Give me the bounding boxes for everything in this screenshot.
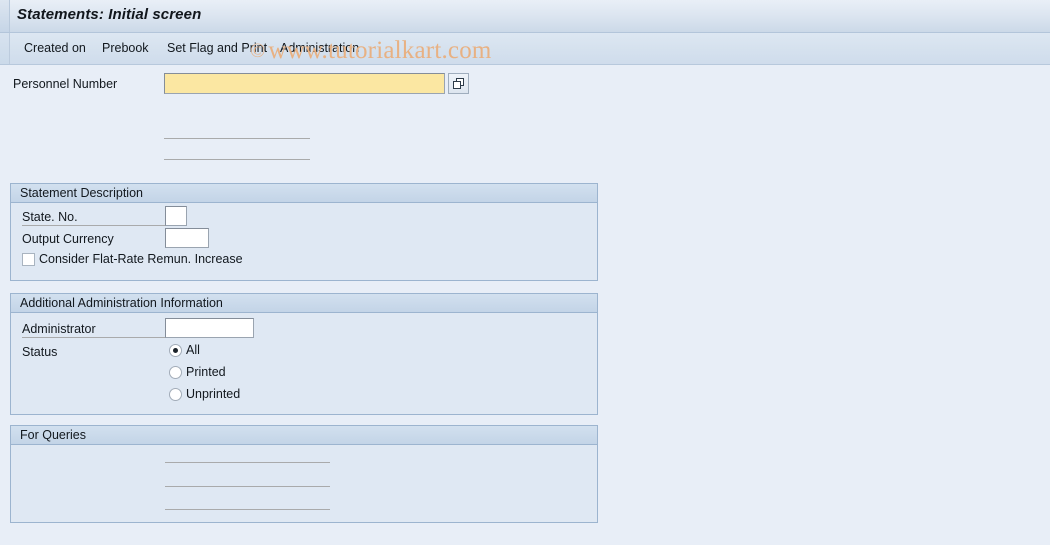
radio-icon[interactable] [169, 343, 182, 357]
personnel-number-row: Personnel Number [0, 72, 1050, 100]
empty-field-rule [164, 159, 310, 160]
group-title: For Queries [20, 428, 86, 442]
menu-bar-left-edge [0, 33, 10, 64]
output-currency-label: Output Currency [22, 232, 114, 246]
group-additional-administration-information: Additional Administration Information Ad… [10, 293, 598, 415]
status-option-label: Unprinted [186, 387, 241, 401]
group-body-for-queries [11, 445, 597, 522]
menu-item-administration[interactable]: Administration [277, 40, 362, 57]
status-radio-all[interactable]: All [169, 343, 200, 357]
radio-icon[interactable] [169, 365, 182, 379]
sap-application-window: Statements: Initial screen Created on Pr… [0, 0, 1050, 545]
group-title: Statement Description [20, 186, 143, 200]
state-no-label: State. No. [22, 210, 78, 224]
title-bar-left-edge [0, 0, 10, 32]
consider-flat-rate-checkbox-row[interactable]: Consider Flat-Rate Remun. Increase [22, 252, 243, 266]
status-option-label: All [186, 343, 200, 357]
function-menu-bar: Created on Prebook Set Flag and Print Ad… [0, 33, 1050, 65]
empty-field-rule [164, 138, 310, 139]
menu-item-prebook[interactable]: Prebook [99, 40, 152, 57]
personnel-number-input[interactable] [164, 73, 445, 94]
administrator-input[interactable] [165, 318, 254, 338]
state-no-field-rule [22, 225, 165, 226]
empty-field-rule [165, 509, 330, 510]
personnel-number-label: Personnel Number [13, 77, 118, 91]
administrator-field-rule [22, 337, 165, 338]
group-body-statement-description: State. No. Output Currency Consider Flat… [11, 203, 597, 280]
menu-item-created-on[interactable]: Created on [21, 40, 89, 57]
group-header-statement-description: Statement Description [11, 184, 597, 203]
empty-field-rule [165, 486, 330, 487]
group-statement-description: Statement Description State. No. Output … [10, 183, 598, 281]
group-header-additional-administration: Additional Administration Information [11, 294, 597, 313]
group-header-for-queries: For Queries [11, 426, 597, 445]
consider-flat-rate-checkbox[interactable] [22, 252, 35, 266]
group-body-additional-administration: Administrator Status All Printed Unprint… [11, 313, 597, 414]
menu-item-set-flag-and-print[interactable]: Set Flag and Print [164, 40, 270, 57]
status-label: Status [22, 345, 58, 359]
status-radio-unprinted[interactable]: Unprinted [169, 387, 240, 401]
output-currency-input[interactable] [165, 228, 209, 248]
page-title: Statements: Initial screen [17, 6, 202, 23]
consider-flat-rate-label: Consider Flat-Rate Remun. Increase [39, 252, 243, 266]
state-no-input[interactable] [165, 206, 187, 226]
screen-content: Personnel Number Statement Description S… [0, 65, 1050, 545]
status-radio-printed[interactable]: Printed [169, 365, 226, 379]
group-title: Additional Administration Information [20, 296, 223, 310]
group-for-queries: For Queries [10, 425, 598, 523]
administrator-label: Administrator [22, 322, 96, 336]
empty-field-rule [165, 462, 330, 463]
status-option-label: Printed [186, 365, 226, 379]
matchcode-icon[interactable] [448, 73, 469, 94]
radio-icon[interactable] [169, 387, 182, 401]
window-title-bar: Statements: Initial screen [0, 0, 1050, 33]
